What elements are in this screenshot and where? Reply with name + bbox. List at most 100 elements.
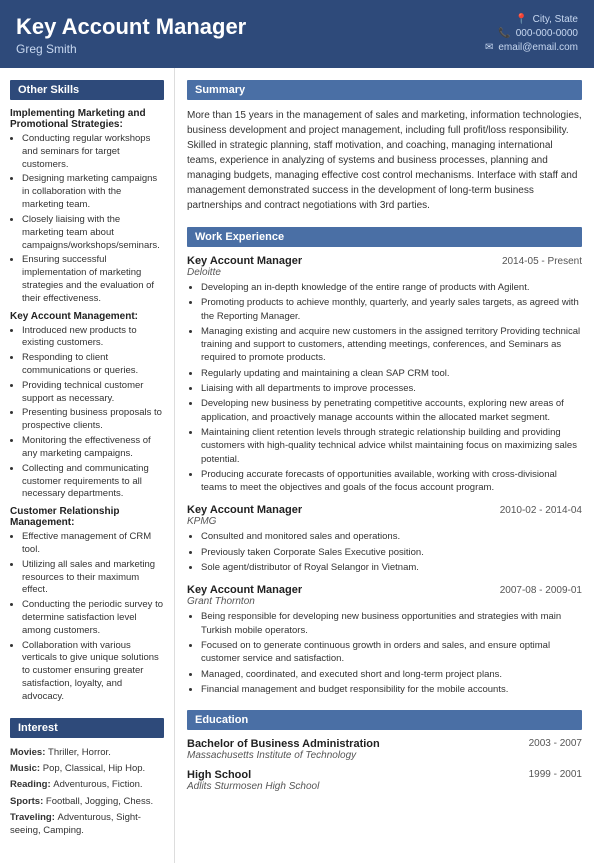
- interest-value: Thriller, Horror.: [48, 747, 111, 758]
- interest-value: Adventurous, Fiction.: [53, 779, 142, 790]
- job-title-1: Key Account Manager: [187, 255, 302, 267]
- interest-heading: Interest: [10, 718, 164, 738]
- phone-icon: 📞: [498, 28, 510, 39]
- body-layout: Other Skills Implementing Marketing and …: [0, 68, 594, 863]
- interest-label: Traveling:: [10, 812, 58, 823]
- list-item: Ensuring successful implementation of ma…: [22, 254, 164, 305]
- right-column: Summary More than 15 years in the manage…: [175, 68, 594, 863]
- list-item: Financial management and budget responsi…: [201, 683, 582, 696]
- skills-sub-2: Key Account Management:: [10, 311, 164, 322]
- list-item: Designing marketing campaigns in collabo…: [22, 173, 164, 211]
- interest-sports: Sports: Football, Jogging, Chess.: [10, 795, 164, 808]
- location-icon: 📍: [515, 14, 527, 25]
- list-item: Conducting regular workshops and seminar…: [22, 133, 164, 171]
- interest-traveling: Traveling: Adventurous, Sight-seeing, Ca…: [10, 811, 164, 838]
- other-skills-section: Other Skills Implementing Marketing and …: [10, 80, 164, 704]
- job-company-1: Deloitte: [187, 267, 582, 278]
- list-item: Responding to client communications or q…: [22, 352, 164, 378]
- job-company-2: KPMG: [187, 516, 582, 527]
- skills-list-1: Conducting regular workshops and seminar…: [10, 133, 164, 306]
- email-text: email@email.com: [498, 42, 578, 53]
- edu-degree-2: High School: [187, 769, 251, 781]
- interest-label: Music:: [10, 763, 43, 774]
- phone-text: 000-000-0000: [516, 28, 578, 39]
- summary-text: More than 15 years in the management of …: [187, 108, 582, 213]
- summary-section: Summary More than 15 years in the manage…: [187, 80, 582, 213]
- job-title-2: Key Account Manager: [187, 504, 302, 516]
- skills-list-2: Introduced new products to existing cust…: [10, 325, 164, 502]
- job-bullets-1: Developing an in-depth knowledge of the …: [187, 281, 582, 494]
- interest-label: Sports:: [10, 796, 46, 807]
- contact-phone: 📞 000-000-0000: [498, 28, 578, 39]
- education-heading: Education: [187, 710, 582, 730]
- header-right: 📍 City, State 📞 000-000-0000 ✉ email@ema…: [485, 14, 578, 53]
- edu-entry-1: Bachelor of Business Administration 2003…: [187, 738, 582, 761]
- job-header-1: Key Account Manager 2014-05 - Present: [187, 255, 582, 267]
- education-section: Education Bachelor of Business Administr…: [187, 710, 582, 792]
- list-item: Managing existing and acquire new custom…: [201, 325, 582, 365]
- interest-label: Reading:: [10, 779, 53, 790]
- job-entry-3: Key Account Manager 2007-08 - 2009-01 Gr…: [187, 584, 582, 696]
- edu-dates-2: 1999 - 2001: [529, 769, 582, 781]
- list-item: Introduced new products to existing cust…: [22, 325, 164, 351]
- list-item: Conducting the periodic survey to determ…: [22, 599, 164, 637]
- job-bullets-3: Being responsible for developing new bus…: [187, 610, 582, 696]
- list-item: Utilizing all sales and marketing resour…: [22, 559, 164, 597]
- candidate-name: Greg Smith: [16, 42, 246, 56]
- skills-list-3: Effective management of CRM tool. Utiliz…: [10, 531, 164, 704]
- interest-section: Interest Movies: Thriller, Horror. Music…: [10, 718, 164, 838]
- list-item: Monitoring the effectiveness of any mark…: [22, 435, 164, 461]
- location-text: City, State: [533, 14, 578, 25]
- list-item: Developing new business by penetrating c…: [201, 397, 582, 424]
- job-dates-2: 2010-02 - 2014-04: [500, 505, 582, 516]
- interest-music: Music: Pop, Classical, Hip Hop.: [10, 762, 164, 775]
- job-header-2: Key Account Manager 2010-02 - 2014-04: [187, 504, 582, 516]
- email-icon: ✉: [485, 42, 493, 53]
- job-dates-3: 2007-08 - 2009-01: [500, 585, 582, 596]
- interest-value: Football, Jogging, Chess.: [46, 796, 153, 807]
- list-item: Presenting business proposals to prospec…: [22, 407, 164, 433]
- interest-value: Pop, Classical, Hip Hop.: [43, 763, 145, 774]
- list-item: Closely liaising with the marketing team…: [22, 214, 164, 252]
- list-item: Being responsible for developing new bus…: [201, 610, 582, 637]
- edu-entry-2: High School 1999 - 2001 Adlits Sturmosen…: [187, 769, 582, 792]
- list-item: Focused on to generate continuous growth…: [201, 639, 582, 666]
- list-item: Collecting and communicating customer re…: [22, 463, 164, 501]
- edu-header-1: Bachelor of Business Administration 2003…: [187, 738, 582, 750]
- skills-sub-1: Implementing Marketing and Promotional S…: [10, 108, 164, 130]
- resume-wrapper: Key Account Manager Greg Smith 📍 City, S…: [0, 0, 594, 863]
- job-entry-2: Key Account Manager 2010-02 - 2014-04 KP…: [187, 504, 582, 574]
- list-item: Liaising with all departments to improve…: [201, 382, 582, 395]
- job-entry-1: Key Account Manager 2014-05 - Present De…: [187, 255, 582, 494]
- left-column: Other Skills Implementing Marketing and …: [0, 68, 175, 863]
- experience-section: Work Experience Key Account Manager 2014…: [187, 227, 582, 696]
- job-title-3: Key Account Manager: [187, 584, 302, 596]
- list-item: Regularly updating and maintaining a cle…: [201, 367, 582, 380]
- list-item: Promoting products to achieve monthly, q…: [201, 296, 582, 323]
- contact-location: 📍 City, State: [515, 14, 578, 25]
- list-item: Consulted and monitored sales and operat…: [201, 530, 582, 543]
- edu-school-1: Massachusetts Institute of Technology: [187, 750, 582, 761]
- header: Key Account Manager Greg Smith 📍 City, S…: [0, 0, 594, 68]
- edu-degree-1: Bachelor of Business Administration: [187, 738, 380, 750]
- job-header-3: Key Account Manager 2007-08 - 2009-01: [187, 584, 582, 596]
- list-item: Providing technical customer support as …: [22, 380, 164, 406]
- contact-email: ✉ email@email.com: [485, 42, 578, 53]
- list-item: Developing an in-depth knowledge of the …: [201, 281, 582, 294]
- experience-heading: Work Experience: [187, 227, 582, 247]
- list-item: Previously taken Corporate Sales Executi…: [201, 546, 582, 559]
- list-item: Collaboration with various verticals to …: [22, 640, 164, 704]
- edu-dates-1: 2003 - 2007: [529, 738, 582, 750]
- job-title: Key Account Manager: [16, 14, 246, 40]
- job-bullets-2: Consulted and monitored sales and operat…: [187, 530, 582, 574]
- list-item: Producing accurate forecasts of opportun…: [201, 468, 582, 495]
- interest-reading: Reading: Adventurous, Fiction.: [10, 778, 164, 791]
- list-item: Managed, coordinated, and executed short…: [201, 668, 582, 681]
- job-company-3: Grant Thornton: [187, 596, 582, 607]
- other-skills-heading: Other Skills: [10, 80, 164, 100]
- interest-label: Movies:: [10, 747, 48, 758]
- list-item: Maintaining client retention levels thro…: [201, 426, 582, 466]
- skills-sub-3: Customer Relationship Management:: [10, 506, 164, 528]
- interest-movies: Movies: Thriller, Horror.: [10, 746, 164, 759]
- list-item: Sole agent/distributor of Royal Selangor…: [201, 561, 582, 574]
